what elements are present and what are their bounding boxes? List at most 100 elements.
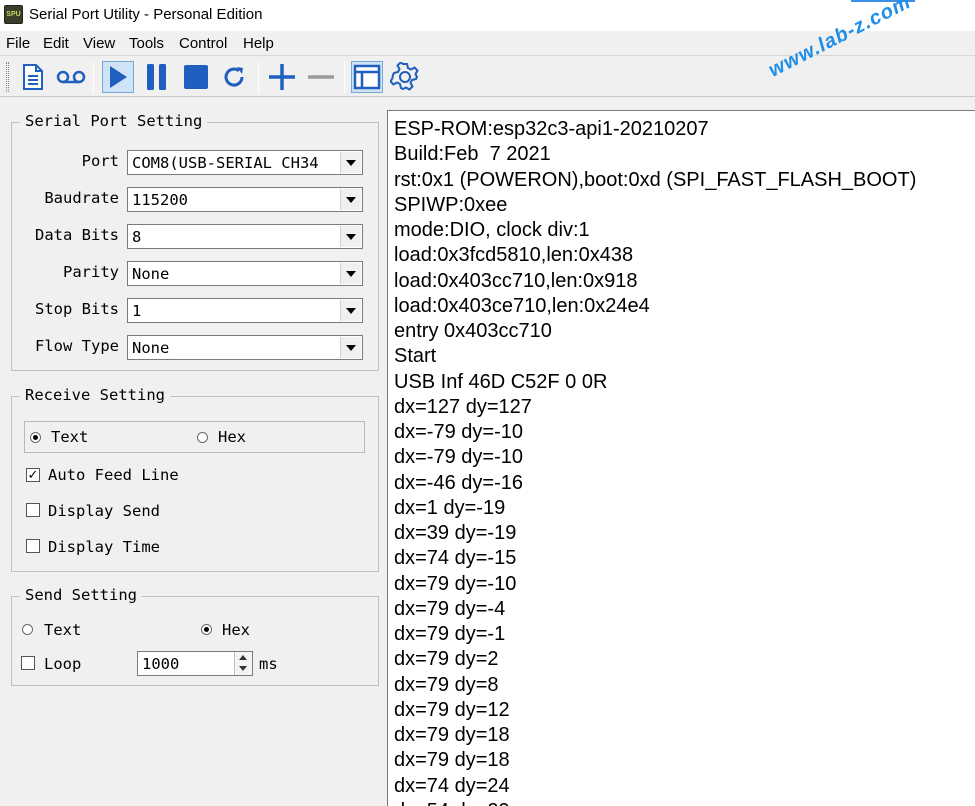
display-send-label[interactable]: Display Send [48, 502, 160, 520]
send-hex-radio[interactable] [201, 624, 212, 635]
add-icon[interactable] [266, 61, 298, 93]
data-bits-label: Data Bits [35, 226, 119, 244]
send-setting-title: Send Setting [20, 586, 142, 604]
receive-hex-label[interactable]: Hex [218, 428, 246, 446]
receive-line: dx=39 dy=-19 [394, 522, 517, 544]
settings-gear-icon[interactable] [389, 61, 421, 93]
toolbar-grip[interactable] [6, 62, 9, 92]
receive-setting-title: Receive Setting [20, 386, 170, 404]
receive-line: dx=127 dy=127 [394, 395, 532, 418]
receive-line: dx=1 dy=-19 [394, 496, 506, 519]
receive-line: dx=-79 dy=-10 [394, 421, 523, 443]
baudrate-label: Baudrate [44, 189, 119, 207]
receive-line: load:0x403ce710,len:0x24e4 [394, 294, 650, 317]
chevron-down-icon[interactable] [340, 263, 361, 284]
display-send-checkbox[interactable] [26, 503, 40, 517]
stop-icon[interactable] [180, 61, 212, 93]
window-layout-icon[interactable] [351, 61, 383, 93]
toolbar-separator [93, 61, 94, 93]
data-bits-select[interactable]: 8 [127, 224, 363, 249]
flow-type-select[interactable]: None [127, 335, 363, 360]
receive-line: dx=79 dy=2 [394, 648, 499, 671]
chevron-down-icon[interactable] [340, 337, 361, 358]
receive-line: dx=79 dy=18 [394, 724, 510, 746]
receive-line: load:0x403cc710,len:0x918 [394, 269, 638, 292]
flow-type-label: Flow Type [35, 337, 119, 355]
toolbar [0, 57, 975, 97]
auto-feed-line-checkbox[interactable]: ✓ [26, 468, 40, 482]
send-hex-label[interactable]: Hex [222, 621, 250, 639]
loop-label[interactable]: Loop [44, 655, 81, 673]
receive-line: dx=79 dy=-1 [394, 623, 506, 645]
port-value: COM8(USB-SERIAL CH34 [132, 154, 319, 172]
loop-interval-unit: ms [259, 655, 278, 673]
port-label: Port [81, 152, 119, 170]
stop-bits-value: 1 [132, 302, 142, 320]
receive-line: Build:Feb 7 2021 [394, 143, 551, 166]
record-icon[interactable] [55, 61, 87, 93]
stop-bits-label: Stop Bits [35, 300, 119, 318]
window-title: Serial Port Utility - Personal Edition [29, 6, 263, 23]
chevron-down-icon[interactable] [340, 189, 361, 210]
chevron-down-icon[interactable] [340, 300, 361, 321]
menu-control[interactable]: Control [179, 35, 227, 52]
receive-line: Start [394, 345, 437, 368]
receive-line: dx=-46 dy=-16 [394, 471, 523, 494]
stop-bits-select[interactable]: 1 [127, 298, 363, 323]
flow-type-value: None [132, 339, 170, 357]
remove-icon[interactable] [305, 61, 337, 93]
stepper-up-icon[interactable] [239, 655, 247, 660]
receive-hex-radio[interactable] [197, 432, 208, 443]
display-time-checkbox[interactable] [26, 539, 40, 553]
receive-line: dx=79 dy=-4 [394, 597, 506, 620]
serial-port-setting-title: Serial Port Setting [20, 112, 208, 130]
receive-line: entry 0x403cc710 [394, 320, 552, 342]
display-time-label[interactable]: Display Time [48, 538, 160, 556]
app-icon: SPU [4, 5, 23, 24]
receive-line: dx=74 dy=-15 [394, 547, 517, 570]
baudrate-value: 115200 [132, 191, 188, 209]
receive-output-area[interactable]: ESP-ROM:esp32c3-api1-20210207 Build:Feb 7… [387, 110, 975, 806]
receive-line: rst:0x1 (POWERON),boot:0xd (SPI_FAST_FLA… [394, 168, 917, 191]
data-bits-value: 8 [132, 228, 142, 246]
loop-interval-value[interactable]: 1000 [142, 655, 179, 673]
receive-line: mode:DIO, clock div:1 [394, 219, 590, 241]
parity-label: Parity [63, 263, 119, 281]
stepper-down-icon[interactable] [239, 666, 247, 671]
auto-feed-line-label[interactable]: Auto Feed Line [48, 466, 179, 484]
send-text-radio[interactable] [22, 624, 33, 635]
port-select[interactable]: COM8(USB-SERIAL CH34 [127, 150, 363, 175]
receive-line: dx=-79 dy=-10 [394, 446, 523, 469]
loop-checkbox[interactable] [21, 656, 35, 670]
loop-interval-stepper[interactable]: 1000 [137, 651, 253, 676]
receive-line: dx=79 dy=-10 [394, 572, 517, 595]
chevron-down-icon[interactable] [340, 152, 361, 173]
receive-line: dx=79 dy=12 [394, 698, 510, 721]
receive-line: ESP-ROM:esp32c3-api1-20210207 [394, 118, 709, 140]
refresh-icon[interactable] [218, 61, 250, 93]
parity-select[interactable]: None [127, 261, 363, 286]
menu-file[interactable]: File [6, 35, 30, 52]
receive-line: dx=79 dy=8 [394, 673, 499, 696]
receive-line: dx=74 dy=24 [394, 774, 510, 797]
menu-help[interactable]: Help [243, 35, 274, 52]
new-document-icon[interactable] [17, 61, 49, 93]
receive-text-label[interactable]: Text [51, 428, 88, 446]
menu-edit[interactable]: Edit [43, 35, 69, 52]
title-bar: SPU Serial Port Utility - Personal Editi… [0, 0, 975, 31]
parity-value: None [132, 265, 170, 283]
receive-text-radio[interactable] [30, 432, 41, 443]
toolbar-separator [344, 61, 345, 93]
play-icon[interactable] [102, 61, 134, 93]
send-text-label[interactable]: Text [44, 621, 81, 639]
receive-line: SPIWP:0xee [394, 193, 508, 216]
toolbar-separator [258, 61, 259, 93]
menu-view[interactable]: View [83, 35, 115, 52]
receive-line: load:0x3fcd5810,len:0x438 [394, 244, 634, 267]
stepper-buttons[interactable] [234, 652, 252, 675]
pause-icon[interactable] [141, 61, 173, 93]
baudrate-select[interactable]: 115200 [127, 187, 363, 212]
receive-line: dx=79 dy=18 [394, 749, 510, 772]
chevron-down-icon[interactable] [340, 226, 361, 247]
menu-tools[interactable]: Tools [129, 35, 164, 52]
